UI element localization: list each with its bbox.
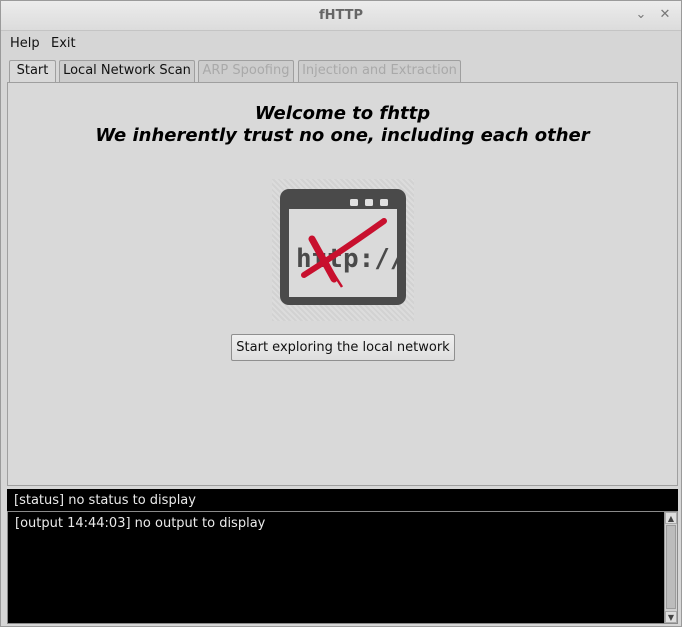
menu-help[interactable]: Help xyxy=(10,36,40,51)
app-window: fHTTP ⌄ ✕ Help Exit Start Local Network … xyxy=(0,0,682,627)
minimize-icon[interactable]: ⌄ xyxy=(633,7,649,23)
welcome-subtitle: We inherently trust no one, including ea… xyxy=(95,125,590,146)
tab-arp-spoofing: ARP Spoofing xyxy=(198,60,294,82)
output-console[interactable]: [output 14:44:03] no output to display ▲… xyxy=(7,511,678,624)
scroll-up-arrow-icon[interactable]: ▲ xyxy=(665,512,677,524)
close-icon[interactable]: ✕ xyxy=(657,7,673,23)
menu-exit[interactable]: Exit xyxy=(51,36,76,51)
welcome-title: Welcome to fhttp xyxy=(254,103,431,124)
start-exploring-button[interactable]: Start exploring the local network xyxy=(231,334,455,361)
start-panel: Welcome to fhttp We inherently trust no … xyxy=(7,82,678,486)
scroll-thumb[interactable] xyxy=(666,525,676,609)
output-scrollbar[interactable]: ▲ ▼ xyxy=(664,512,677,623)
tab-injection-extraction: Injection and Extraction xyxy=(298,60,461,82)
status-line: [status] no status to display xyxy=(7,489,678,511)
menu-bar: Help Exit xyxy=(1,32,681,56)
window-title: fHTTP xyxy=(318,8,364,23)
title-bar[interactable]: fHTTP ⌄ ✕ xyxy=(1,1,681,31)
tab-local-network-scan[interactable]: Local Network Scan xyxy=(59,60,195,82)
tab-start[interactable]: Start xyxy=(9,60,56,83)
browser-http-crossed-icon: http:// xyxy=(280,189,406,305)
output-text: [output 14:44:03] no output to display xyxy=(15,516,266,531)
app-logo: http:// xyxy=(272,179,414,321)
scroll-down-arrow-icon[interactable]: ▼ xyxy=(665,611,677,623)
